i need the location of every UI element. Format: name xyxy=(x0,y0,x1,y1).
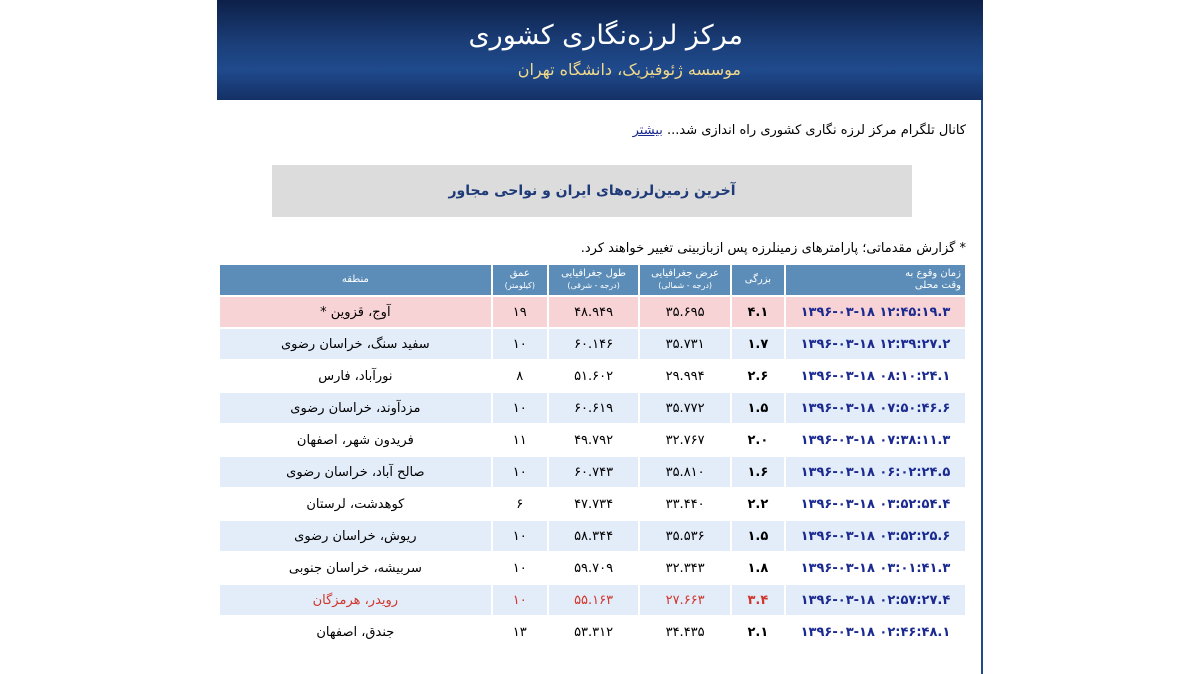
table-row[interactable]: ۱۳۹۶-۰۳-۱۸ ۱۲:۴۵:۱۹.۳ ۴.۱ ۳۵.۶۹۵ ۴۸.۹۴۹ … xyxy=(220,297,965,327)
cell-depth: ۱۰ xyxy=(492,457,547,487)
header-longitude[interactable]: طول جغرافیایی (درجه - شرقی) xyxy=(548,265,639,295)
header-magnitude[interactable]: بزرگی xyxy=(731,265,784,295)
header-latitude[interactable]: عرض جغرافیایی (درجه - شمالی) xyxy=(640,265,730,295)
table-row[interactable]: ۱۳۹۶-۰۳-۱۸ ۰۷:۳۸:۱۱.۳ ۲.۰ ۳۲.۷۶۷ ۴۹.۷۹۲ … xyxy=(220,425,965,455)
header-depth[interactable]: عمق (کیلومتر) xyxy=(492,265,547,295)
preliminary-note: * گزارش مقدماتی؛ پارامترهای زمینلرزه پس … xyxy=(580,241,966,256)
latest-quakes-banner: آخرین زمین‌لرزه‌های ایران و نواحی مجاور xyxy=(272,165,912,217)
cell-time: ۱۳۹۶-۰۳-۱۸ ۰۲:۴۶:۴۸.۱ xyxy=(785,617,965,647)
cell-region: آوج، قزوین * xyxy=(220,297,491,327)
cell-longitude: ۵۳.۳۱۲ xyxy=(548,617,639,647)
table-row[interactable]: ۱۳۹۶-۰۳-۱۸ ۰۶:۰۲:۲۴.۵ ۱.۶ ۳۵.۸۱۰ ۶۰.۷۴۳ … xyxy=(220,457,965,487)
banner-title: آخرین زمین‌لرزه‌های ایران و نواحی مجاور xyxy=(448,183,736,199)
cell-magnitude: ۱.۶ xyxy=(731,457,784,487)
cell-time: ۱۳۹۶-۰۳-۱۸ ۰۳:۰۱:۴۱.۳ xyxy=(785,553,965,583)
header-region[interactable]: منطقه xyxy=(220,265,491,295)
table-row[interactable]: ۱۳۹۶-۰۳-۱۸ ۰۸:۱۰:۲۴.۱ ۲.۶ ۲۹.۹۹۴ ۵۱.۶۰۲ … xyxy=(220,361,965,391)
table-row[interactable]: ۱۳۹۶-۰۳-۱۸ ۰۳:۵۲:۲۵.۶ ۱.۵ ۳۵.۵۳۶ ۵۸.۳۴۴ … xyxy=(220,521,965,551)
site-header: مرکز لرزه‌نگاری کشوری موسسه ژئوفیزیک، دا… xyxy=(217,0,983,100)
cell-region: ریوش، خراسان رضوی xyxy=(220,521,491,551)
cell-time: ۱۳۹۶-۰۳-۱۸ ۱۲:۴۵:۱۹.۳ xyxy=(785,297,965,327)
cell-latitude: ۲۷.۶۶۳ xyxy=(640,585,730,615)
cell-longitude: ۶۰.۶۱۹ xyxy=(548,393,639,423)
earthquakes-table: زمان وقوع به وقت محلی بزرگی عرض جغرافیای… xyxy=(218,263,967,649)
cell-magnitude: ۱.۸ xyxy=(731,553,784,583)
cell-depth: ۱۱ xyxy=(492,425,547,455)
table-header-row: زمان وقوع به وقت محلی بزرگی عرض جغرافیای… xyxy=(220,265,965,295)
cell-longitude: ۵۵.۱۶۳ xyxy=(548,585,639,615)
cell-region: رویدر، هرمزگان xyxy=(220,585,491,615)
cell-latitude: ۳۲.۳۴۳ xyxy=(640,553,730,583)
cell-latitude: ۳۵.۵۳۶ xyxy=(640,521,730,551)
cell-region: مزدآوند، خراسان رضوی xyxy=(220,393,491,423)
cell-region: کوهدشت، لرستان xyxy=(220,489,491,519)
cell-longitude: ۵۸.۳۴۴ xyxy=(548,521,639,551)
table-row[interactable]: ۱۳۹۶-۰۳-۱۸ ۰۲:۵۷:۲۷.۴ ۳.۴ ۲۷.۶۶۳ ۵۵.۱۶۳ … xyxy=(220,585,965,615)
cell-longitude: ۶۰.۱۴۶ xyxy=(548,329,639,359)
cell-region: جندق، اصفهان xyxy=(220,617,491,647)
cell-latitude: ۳۵.۷۷۲ xyxy=(640,393,730,423)
cell-time: ۱۳۹۶-۰۳-۱۸ ۰۶:۰۲:۲۴.۵ xyxy=(785,457,965,487)
cell-magnitude: ۱.۵ xyxy=(731,393,784,423)
cell-magnitude: ۲.۰ xyxy=(731,425,784,455)
cell-depth: ۱۰ xyxy=(492,521,547,551)
cell-magnitude: ۲.۱ xyxy=(731,617,784,647)
cell-time: ۱۳۹۶-۰۳-۱۸ ۱۲:۳۹:۲۷.۲ xyxy=(785,329,965,359)
cell-longitude: ۵۹.۷۰۹ xyxy=(548,553,639,583)
cell-depth: ۱۰ xyxy=(492,585,547,615)
cell-magnitude: ۳.۴ xyxy=(731,585,784,615)
cell-magnitude: ۱.۵ xyxy=(731,521,784,551)
cell-latitude: ۲۹.۹۹۴ xyxy=(640,361,730,391)
cell-depth: ۶ xyxy=(492,489,547,519)
table-row[interactable]: ۱۳۹۶-۰۳-۱۸ ۰۷:۵۰:۴۶.۶ ۱.۵ ۳۵.۷۷۲ ۶۰.۶۱۹ … xyxy=(220,393,965,423)
cell-latitude: ۳۴.۴۳۵ xyxy=(640,617,730,647)
cell-latitude: ۳۵.۸۱۰ xyxy=(640,457,730,487)
cell-longitude: ۴۹.۷۹۲ xyxy=(548,425,639,455)
page: مرکز لرزه‌نگاری کشوری موسسه ژئوفیزیک، دا… xyxy=(217,0,983,674)
notice-text: کانال تلگرام مرکز لرزه نگاری کشوری راه ا… xyxy=(667,123,966,138)
cell-region: سفید سنگ، خراسان رضوی xyxy=(220,329,491,359)
cell-latitude: ۳۳.۴۴۰ xyxy=(640,489,730,519)
cell-region: صالح آباد، خراسان رضوی xyxy=(220,457,491,487)
cell-time: ۱۳۹۶-۰۳-۱۸ ۰۸:۱۰:۲۴.۱ xyxy=(785,361,965,391)
cell-magnitude: ۱.۷ xyxy=(731,329,784,359)
table-row[interactable]: ۱۳۹۶-۰۳-۱۸ ۰۳:۵۲:۵۴.۴ ۲.۲ ۳۳.۴۴۰ ۴۷.۷۳۴ … xyxy=(220,489,965,519)
cell-time: ۱۳۹۶-۰۳-۱۸ ۰۷:۳۸:۱۱.۳ xyxy=(785,425,965,455)
cell-longitude: ۴۸.۹۴۹ xyxy=(548,297,639,327)
table-row[interactable]: ۱۳۹۶-۰۳-۱۸ ۱۲:۳۹:۲۷.۲ ۱.۷ ۳۵.۷۳۱ ۶۰.۱۴۶ … xyxy=(220,329,965,359)
cell-latitude: ۳۵.۷۳۱ xyxy=(640,329,730,359)
cell-depth: ۱۰ xyxy=(492,329,547,359)
cell-depth: ۱۰ xyxy=(492,393,547,423)
cell-region: نورآباد، فارس xyxy=(220,361,491,391)
more-link[interactable]: بیشتر xyxy=(633,123,663,138)
table-row[interactable]: ۱۳۹۶-۰۳-۱۸ ۰۲:۴۶:۴۸.۱ ۲.۱ ۳۴.۴۳۵ ۵۳.۳۱۲ … xyxy=(220,617,965,647)
cell-depth: ۱۹ xyxy=(492,297,547,327)
cell-time: ۱۳۹۶-۰۳-۱۸ ۰۳:۵۲:۲۵.۶ xyxy=(785,521,965,551)
cell-depth: ۱۰ xyxy=(492,553,547,583)
cell-magnitude: ۴.۱ xyxy=(731,297,784,327)
cell-region: سربیشه، خراسان جنوبی xyxy=(220,553,491,583)
site-title: مرکز لرزه‌نگاری کشوری xyxy=(468,20,743,51)
table-row[interactable]: ۱۳۹۶-۰۳-۱۸ ۰۳:۰۱:۴۱.۳ ۱.۸ ۳۲.۳۴۳ ۵۹.۷۰۹ … xyxy=(220,553,965,583)
cell-magnitude: ۲.۶ xyxy=(731,361,784,391)
telegram-notice: کانال تلگرام مرکز لرزه نگاری کشوری راه ا… xyxy=(633,123,966,138)
header-time[interactable]: زمان وقوع به وقت محلی xyxy=(785,265,965,295)
cell-time: ۱۳۹۶-۰۳-۱۸ ۰۲:۵۷:۲۷.۴ xyxy=(785,585,965,615)
cell-depth: ۸ xyxy=(492,361,547,391)
cell-region: فریدون شهر، اصفهان xyxy=(220,425,491,455)
cell-longitude: ۵۱.۶۰۲ xyxy=(548,361,639,391)
cell-longitude: ۴۷.۷۳۴ xyxy=(548,489,639,519)
cell-longitude: ۶۰.۷۴۳ xyxy=(548,457,639,487)
cell-latitude: ۳۲.۷۶۷ xyxy=(640,425,730,455)
cell-time: ۱۳۹۶-۰۳-۱۸ ۰۷:۵۰:۴۶.۶ xyxy=(785,393,965,423)
cell-depth: ۱۳ xyxy=(492,617,547,647)
site-subtitle: موسسه ژئوفیزیک، دانشگاه تهران xyxy=(517,60,741,79)
cell-latitude: ۳۵.۶۹۵ xyxy=(640,297,730,327)
cell-time: ۱۳۹۶-۰۳-۱۸ ۰۳:۵۲:۵۴.۴ xyxy=(785,489,965,519)
cell-magnitude: ۲.۲ xyxy=(731,489,784,519)
